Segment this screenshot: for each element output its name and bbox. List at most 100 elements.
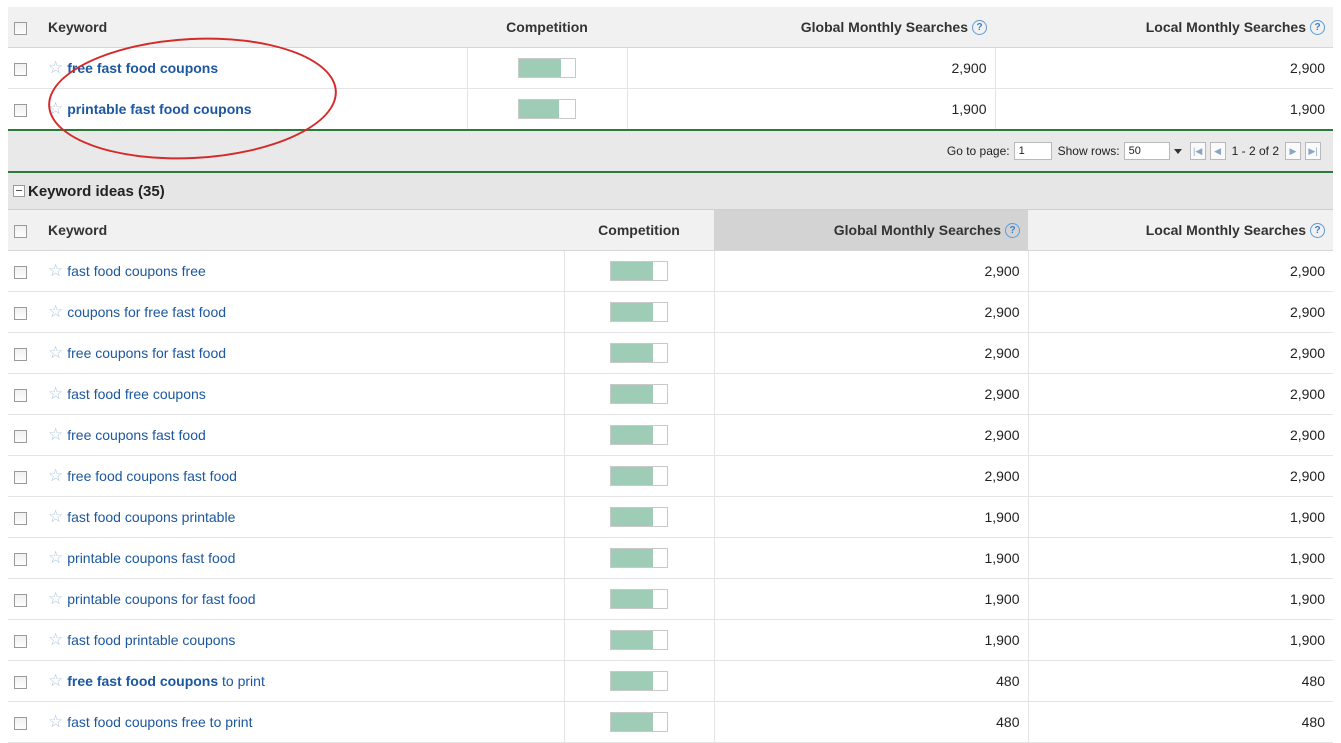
star-outline-icon[interactable]: ☆ — [48, 99, 63, 118]
help-circle-icon[interactable]: ? — [1005, 223, 1020, 239]
rows-per-page-select[interactable]: 50 — [1123, 142, 1170, 160]
row-checkbox[interactable] — [14, 429, 27, 443]
row-select-cell[interactable] — [8, 414, 40, 456]
keyword-link[interactable]: free fast food coupons — [67, 60, 218, 76]
competition-column-header[interactable]: Competition — [564, 210, 714, 251]
row-select-cell[interactable] — [8, 373, 40, 415]
keyword-cell: ☆ free food coupons fast food — [40, 455, 564, 497]
star-outline-icon[interactable]: ☆ — [48, 548, 63, 567]
local-searches-column-header[interactable]: Local Monthly Searches? — [995, 7, 1333, 48]
help-circle-icon[interactable]: ? — [1310, 223, 1325, 239]
keyword-link[interactable]: free coupons fast food — [67, 427, 206, 443]
row-checkbox[interactable] — [14, 511, 27, 525]
select-all-cell[interactable] — [8, 210, 40, 251]
global-searches-column-header[interactable]: Global Monthly Searches? — [714, 210, 1028, 251]
global-searches-cell: 2,900 — [713, 414, 1028, 456]
row-select-cell[interactable] — [8, 578, 40, 620]
keyword-link[interactable]: fast food printable coupons — [67, 632, 235, 648]
goto-page-input[interactable]: 1 — [1013, 142, 1052, 160]
local-searches-cell: 1,900 — [1027, 619, 1333, 661]
keyword-link[interactable]: fast food free coupons — [67, 386, 206, 402]
star-outline-icon[interactable]: ☆ — [48, 671, 63, 690]
keyword-tool-results: Keyword Competition Global Monthly Searc… — [8, 7, 1333, 743]
star-outline-icon[interactable]: ☆ — [48, 712, 63, 731]
competition-bar-fill — [611, 713, 653, 731]
competition-bar-fill — [519, 59, 561, 77]
competition-bar — [610, 466, 668, 486]
row-select-cell[interactable] — [8, 455, 40, 497]
competition-bar — [518, 58, 576, 78]
competition-bar-fill — [611, 631, 653, 649]
star-outline-icon[interactable]: ☆ — [48, 507, 63, 526]
competition-cell — [563, 455, 714, 497]
first-page-icon[interactable]: |◀ — [1189, 142, 1206, 160]
row-select-cell[interactable] — [8, 619, 40, 661]
star-outline-icon[interactable]: ☆ — [48, 343, 63, 362]
row-checkbox[interactable] — [14, 347, 27, 361]
keyword-link[interactable]: fast food coupons printable — [67, 509, 235, 525]
competition-cell — [466, 47, 627, 89]
help-circle-icon[interactable]: ? — [972, 20, 987, 36]
competition-bar-fill — [611, 262, 653, 280]
competition-column-header[interactable]: Competition — [467, 7, 627, 48]
row-select-cell[interactable] — [8, 660, 40, 702]
keyword-link[interactable]: free fast food coupons to print — [67, 673, 265, 689]
star-outline-icon[interactable]: ☆ — [48, 630, 63, 649]
local-searches-column-header[interactable]: Local Monthly Searches? — [1028, 210, 1333, 251]
star-outline-icon[interactable]: ☆ — [48, 384, 63, 403]
prev-page-icon[interactable]: ◀ — [1209, 142, 1226, 160]
star-outline-icon[interactable]: ☆ — [48, 58, 63, 77]
row-checkbox[interactable] — [14, 552, 27, 566]
row-checkbox[interactable] — [14, 306, 27, 320]
keyword-column-header[interactable]: Keyword — [40, 210, 564, 251]
competition-bar — [610, 589, 668, 609]
keyword-link[interactable]: printable fast food coupons — [67, 101, 251, 117]
select-all-cell[interactable] — [8, 7, 40, 48]
row-select-cell[interactable] — [8, 537, 40, 579]
row-select-cell[interactable] — [8, 332, 40, 374]
row-checkbox[interactable] — [14, 103, 27, 117]
keyword-cell: ☆ fast food coupons free to print — [40, 701, 564, 743]
select-all-checkbox[interactable] — [14, 21, 27, 35]
row-select-cell[interactable] — [8, 88, 40, 131]
row-select-cell[interactable] — [8, 496, 40, 538]
keyword-link[interactable]: coupons for free fast food — [67, 304, 226, 320]
keyword-bold-text: free fast food coupons — [67, 60, 219, 76]
row-select-cell[interactable] — [8, 701, 40, 743]
local-searches-cell: 2,900 — [1027, 250, 1333, 292]
help-circle-icon[interactable]: ? — [1310, 20, 1325, 36]
row-checkbox[interactable] — [14, 265, 27, 279]
competition-bar — [610, 302, 668, 322]
star-outline-icon[interactable]: ☆ — [48, 466, 63, 485]
keyword-link[interactable]: printable coupons fast food — [67, 550, 235, 566]
next-page-icon[interactable]: ▶ — [1285, 142, 1301, 160]
local-searches-cell: 2,900 — [1027, 455, 1333, 497]
row-checkbox[interactable] — [14, 388, 27, 402]
select-all-checkbox[interactable] — [14, 224, 27, 238]
row-checkbox[interactable] — [14, 470, 27, 484]
star-outline-icon[interactable]: ☆ — [48, 425, 63, 444]
keyword-ideas-header: Keyword Competition Global Monthly Searc… — [8, 210, 1333, 251]
competition-bar-fill — [611, 385, 653, 403]
row-select-cell[interactable] — [8, 250, 40, 292]
star-outline-icon[interactable]: ☆ — [48, 261, 63, 280]
star-outline-icon[interactable]: ☆ — [48, 302, 63, 321]
keyword-link[interactable]: fast food coupons free — [67, 263, 206, 279]
row-checkbox[interactable] — [14, 675, 27, 689]
keyword-link[interactable]: free coupons for fast food — [67, 345, 226, 361]
last-page-icon[interactable]: ▶| — [1305, 142, 1321, 160]
keyword-cell: ☆ free coupons fast food — [40, 414, 564, 456]
keyword-link[interactable]: printable coupons for fast food — [67, 591, 255, 607]
minus-box-icon[interactable] — [13, 185, 25, 197]
keyword-link[interactable]: free food coupons fast food — [67, 468, 237, 484]
row-select-cell[interactable] — [8, 291, 40, 333]
row-checkbox[interactable] — [14, 62, 27, 76]
keyword-ideas-section-header[interactable]: Keyword ideas (35) — [8, 173, 1333, 210]
keyword-column-header[interactable]: Keyword — [40, 7, 467, 48]
row-select-cell[interactable] — [8, 47, 40, 89]
global-searches-column-header[interactable]: Global Monthly Searches? — [627, 7, 995, 48]
star-outline-icon[interactable]: ☆ — [48, 589, 63, 608]
row-checkbox[interactable] — [14, 634, 27, 648]
chevron-down-icon[interactable] — [1173, 148, 1182, 154]
row-checkbox[interactable] — [14, 593, 27, 607]
